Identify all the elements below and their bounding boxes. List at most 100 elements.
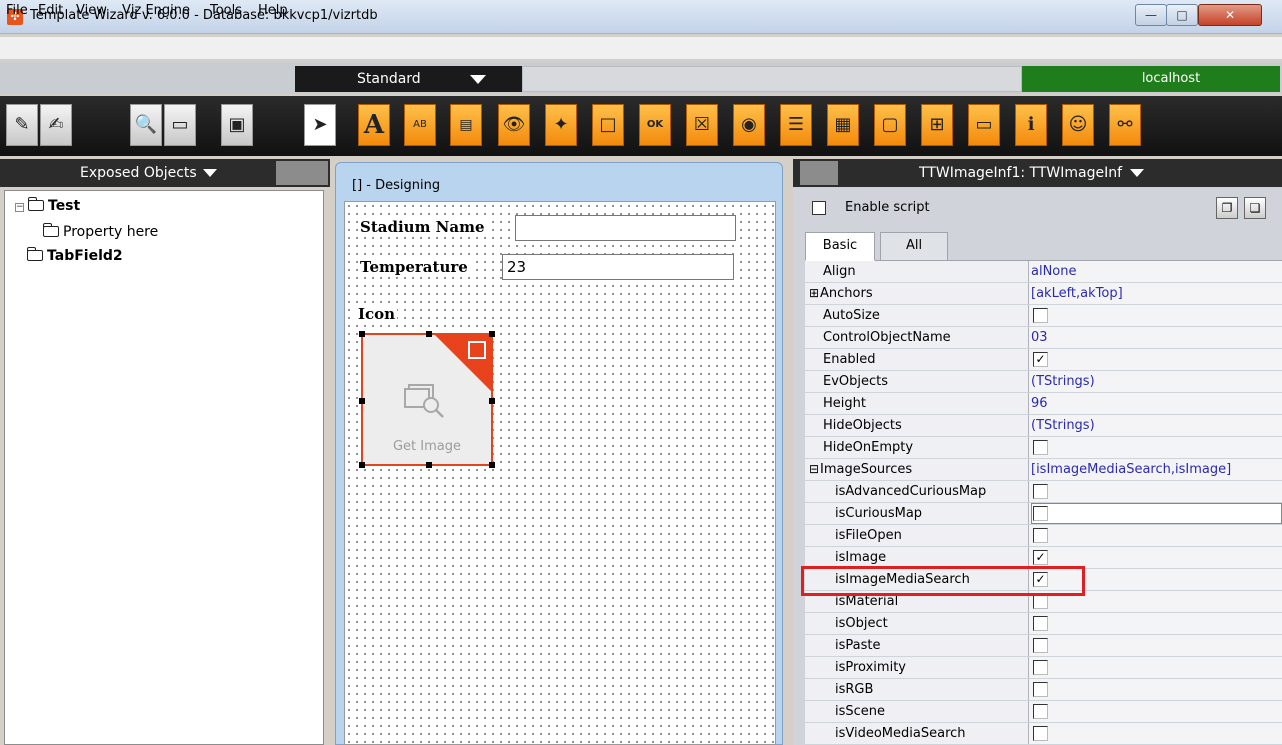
- property-row[interactable]: ⊟ImageSources [isImageMediaSearch,isImage…: [805, 459, 1282, 481]
- save-icon[interactable]: ▣: [221, 104, 253, 146]
- menu-help[interactable]: Help: [258, 3, 288, 18]
- panel-icon[interactable]: □: [592, 104, 624, 146]
- property-row[interactable]: Height 96: [805, 393, 1282, 415]
- edit-icon[interactable]: [468, 341, 486, 359]
- expand-icon[interactable]: ⊞: [809, 283, 819, 304]
- property-checkbox[interactable]: [1033, 726, 1048, 741]
- collapse-icon[interactable]: ⊟: [809, 459, 819, 480]
- property-checkbox[interactable]: [1033, 638, 1048, 653]
- property-value[interactable]: [akLeft,akTop]: [1031, 283, 1123, 304]
- minimize-button[interactable]: —: [1135, 4, 1167, 26]
- tab-all[interactable]: All: [880, 232, 948, 261]
- property-row[interactable]: EvObjects (TStrings): [805, 371, 1282, 393]
- property-row[interactable]: isObject: [805, 613, 1282, 635]
- resize-handle[interactable]: [359, 398, 365, 404]
- image-control[interactable]: Get Image: [359, 331, 495, 468]
- copy-icon[interactable]: ❐: [1216, 197, 1238, 219]
- tree-node-property[interactable]: Property here: [42, 223, 158, 240]
- property-row[interactable]: HideObjects (TStrings): [805, 415, 1282, 437]
- property-checkbox[interactable]: [1033, 616, 1048, 631]
- hierarchy-icon[interactable]: ⊞: [921, 104, 953, 146]
- property-value[interactable]: alNone: [1031, 261, 1077, 282]
- property-row[interactable]: isCuriousMap: [805, 503, 1282, 525]
- property-checkbox[interactable]: [1033, 704, 1048, 719]
- tab-basic[interactable]: Basic: [805, 232, 875, 261]
- text-field-icon[interactable]: AB: [404, 104, 436, 146]
- property-checkbox[interactable]: [1033, 660, 1048, 675]
- tree-node-test[interactable]: − Test: [15, 197, 80, 214]
- property-value[interactable]: [isImageMediaSearch,isImage]: [1031, 459, 1231, 480]
- property-row[interactable]: isScene: [805, 701, 1282, 723]
- temperature-input[interactable]: 23: [502, 254, 734, 280]
- checkbox-icon[interactable]: ☒: [686, 104, 718, 146]
- property-row[interactable]: isFileOpen: [805, 525, 1282, 547]
- menu-view[interactable]: View: [76, 3, 107, 18]
- property-row[interactable]: AutoSize: [805, 305, 1282, 327]
- component-name: TTWImageInf1: TTWImageInf: [919, 165, 1123, 181]
- resize-handle[interactable]: [426, 462, 432, 468]
- tree-node-tabfield2[interactable]: TabField2: [26, 247, 123, 264]
- property-editor[interactable]: [1031, 503, 1282, 524]
- resize-handle[interactable]: [359, 462, 365, 468]
- menu-file[interactable]: File: [6, 3, 28, 18]
- property-checkbox[interactable]: [1033, 440, 1048, 455]
- menu-tools[interactable]: Tools: [210, 3, 242, 18]
- property-row[interactable]: Enabled ✓: [805, 349, 1282, 371]
- window-icon[interactable]: ▭: [968, 104, 1000, 146]
- property-row[interactable]: Align alNone: [805, 261, 1282, 283]
- collapse-icon[interactable]: −: [15, 203, 24, 212]
- stadium-name-input[interactable]: [515, 215, 736, 241]
- property-checkbox[interactable]: [1033, 594, 1048, 609]
- menu-edit[interactable]: Edit: [38, 3, 63, 18]
- maximize-button[interactable]: □: [1166, 4, 1198, 26]
- resize-handle[interactable]: [489, 331, 495, 337]
- memo-icon[interactable]: ▤: [450, 104, 482, 146]
- property-checkbox[interactable]: [1033, 682, 1048, 697]
- close-button[interactable]: ✕: [1198, 4, 1262, 26]
- visibility-icon[interactable]: 👁: [498, 104, 530, 146]
- property-checkbox[interactable]: ✓: [1033, 352, 1048, 367]
- property-row[interactable]: isAdvancedCuriousMap: [805, 481, 1282, 503]
- link-icon[interactable]: ⚯: [1109, 104, 1141, 146]
- list-icon[interactable]: ☰: [780, 104, 812, 146]
- resize-handle[interactable]: [359, 331, 365, 337]
- paste-icon[interactable]: ❏: [1244, 197, 1266, 219]
- resize-handle[interactable]: [489, 462, 495, 468]
- info-icon[interactable]: ℹ: [1015, 104, 1047, 146]
- property-checkbox[interactable]: [1033, 484, 1048, 499]
- menu-vjz-engine[interactable]: Vjz Engine: [122, 3, 190, 18]
- edit-template-icon[interactable]: ✎: [6, 104, 38, 146]
- property-row[interactable]: ControlObjectName 03: [805, 327, 1282, 349]
- resize-handle[interactable]: [489, 398, 495, 404]
- property-row[interactable]: isPaste: [805, 635, 1282, 657]
- button-icon[interactable]: OK: [639, 104, 671, 146]
- radio-icon[interactable]: ◉: [733, 104, 765, 146]
- text-label-icon[interactable]: A: [358, 104, 390, 146]
- property-value[interactable]: 96: [1031, 393, 1048, 414]
- property-checkbox[interactable]: ✓: [1033, 550, 1048, 565]
- frame-icon[interactable]: ▢: [874, 104, 906, 146]
- map-icon[interactable]: ✦: [545, 104, 577, 146]
- grid-icon[interactable]: ▦: [827, 104, 859, 146]
- mode-dropdown[interactable]: Standard: [295, 66, 522, 92]
- search-icon[interactable]: 🔍: [130, 104, 162, 146]
- property-value[interactable]: (TStrings): [1031, 371, 1095, 392]
- property-checkbox[interactable]: [1033, 308, 1048, 323]
- pointer-icon[interactable]: ➤: [304, 104, 336, 146]
- resize-handle[interactable]: [426, 331, 432, 337]
- property-value[interactable]: 03: [1031, 327, 1048, 348]
- design-canvas[interactable]: [344, 201, 776, 745]
- property-checkbox[interactable]: [1033, 528, 1048, 543]
- open-folder-icon[interactable]: ▭: [164, 104, 196, 146]
- property-row[interactable]: HideOnEmpty: [805, 437, 1282, 459]
- edit-mode-icon[interactable]: ✍: [40, 104, 72, 146]
- property-row[interactable]: isProximity: [805, 657, 1282, 679]
- property-row[interactable]: ⊞Anchors [akLeft,akTop]: [805, 283, 1282, 305]
- enable-script-checkbox[interactable]: [812, 201, 826, 215]
- property-row[interactable]: isVideoMediaSearch: [805, 723, 1282, 745]
- property-row[interactable]: isRGB: [805, 679, 1282, 701]
- property-checkbox[interactable]: [1033, 506, 1048, 521]
- property-value[interactable]: (TStrings): [1031, 415, 1095, 436]
- component-selector[interactable]: TTWImageInf1: TTWImageInf: [793, 159, 1282, 187]
- person-icon[interactable]: ☺: [1062, 104, 1094, 146]
